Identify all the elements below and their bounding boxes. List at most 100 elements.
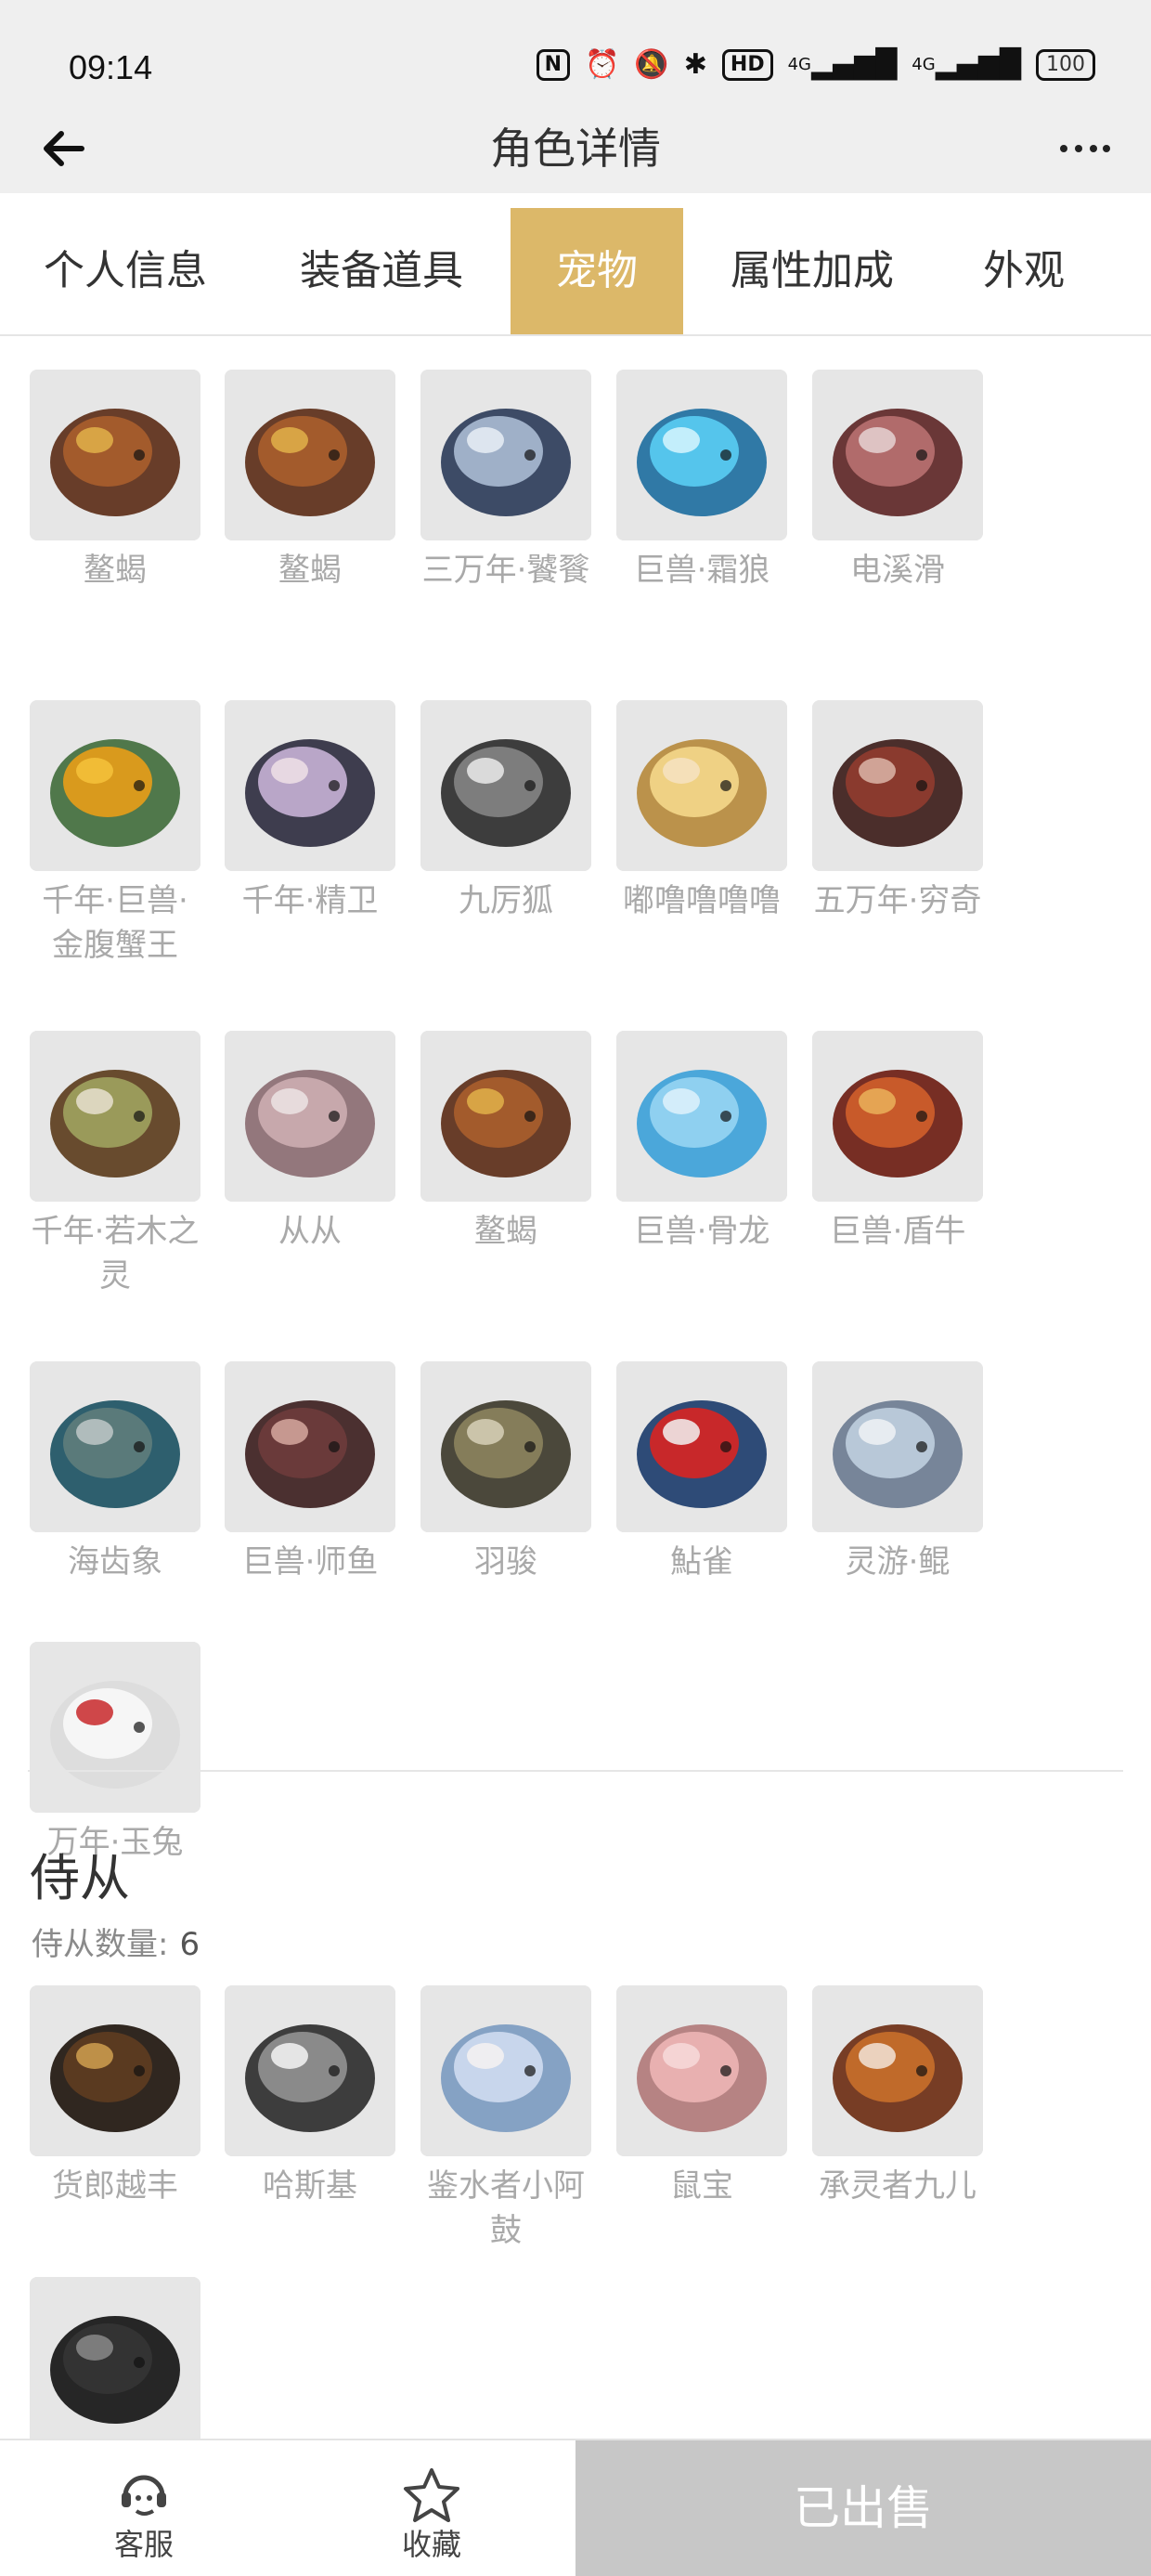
mute-icon: 🔕 xyxy=(634,48,669,81)
scorpion-pet-image xyxy=(30,370,200,540)
attendant-item[interactable] xyxy=(30,2277,202,2448)
pet-name: 巨兽·霜狼 xyxy=(633,552,770,589)
jingwei-pet-image xyxy=(225,700,395,871)
frost-wolf-pet-image xyxy=(616,370,787,540)
favorite-button[interactable]: 收藏 xyxy=(288,2440,576,2576)
customer-service-icon xyxy=(122,2475,166,2516)
page-title: 角色详情 xyxy=(490,124,661,174)
attendant-item[interactable]: 鼠宝 xyxy=(616,1985,789,2208)
pet-name: 五万年·穷奇 xyxy=(813,882,982,919)
signal-4g-icon-2: 4G▂▄▆█ xyxy=(912,48,1021,81)
attendant-name: 货郎越丰 xyxy=(52,2167,178,2205)
pet-item[interactable]: 千年·若木之灵 xyxy=(30,1031,202,1298)
title-bar: 角色详情 xyxy=(0,102,1151,193)
tree-spirit-pet-image xyxy=(30,1031,200,1202)
pet-name: 从从 xyxy=(278,1213,342,1250)
pet-item[interactable]: 巨兽·霜狼 xyxy=(616,370,789,592)
pet-name: 鮎雀 xyxy=(670,1543,733,1581)
customer-service-button[interactable]: 客服 xyxy=(0,2440,288,2576)
customer-service-label: 客服 xyxy=(113,2527,174,2562)
pet-item[interactable]: 巨兽·盾牛 xyxy=(812,1031,985,1254)
attendant-item[interactable]: 鉴水者小阿鼓 xyxy=(420,1985,593,2253)
attendant-name: 鼠宝 xyxy=(670,2167,733,2205)
pet-item[interactable]: 从从 xyxy=(225,1031,397,1254)
pet-item[interactable]: 鳌蝎 xyxy=(30,370,202,592)
attendant-name: 哈斯基 xyxy=(263,2167,357,2205)
pet-item[interactable]: 嘟噜噜噜噜 xyxy=(616,700,789,923)
pet-item[interactable]: 巨兽·师鱼 xyxy=(225,1361,397,1584)
feather-steed-pet-image xyxy=(420,1361,591,1532)
attendant-name: 鉴水者小阿鼓 xyxy=(427,2167,585,2249)
section-divider xyxy=(28,1770,1123,1772)
bluetooth-icon: ✱ xyxy=(683,48,707,81)
attendants-count: 侍从数量: 6 xyxy=(32,1926,200,1963)
sold-status-button[interactable]: 已出售 xyxy=(576,2440,1151,2576)
bone-dragon-pet-image xyxy=(616,1031,787,1202)
electric-eel-pet-image xyxy=(812,370,983,540)
pet-name: 千年·若木之灵 xyxy=(31,1213,200,1295)
pet-name: 嘟噜噜噜噜 xyxy=(623,882,781,919)
more-icon[interactable] xyxy=(1051,124,1116,171)
fairy-girl-pet-image xyxy=(616,700,787,871)
nine-fox-pet-image xyxy=(420,700,591,871)
walrus-pet-image xyxy=(30,1361,200,1532)
pet-name: 鳌蝎 xyxy=(474,1213,537,1250)
pet-item[interactable]: 鳌蝎 xyxy=(225,370,397,592)
pet-name: 巨兽·师鱼 xyxy=(241,1543,379,1581)
status-time: 09:14 xyxy=(69,48,153,86)
pet-item[interactable]: 海齿象 xyxy=(30,1361,202,1584)
pet-item[interactable]: 千年·精卫 xyxy=(225,700,397,923)
chibi-girl-attendant-image xyxy=(420,1985,591,2156)
pet-name: 鳌蝎 xyxy=(278,552,342,589)
pet-item[interactable]: 五万年·穷奇 xyxy=(812,700,985,923)
pet-item[interactable]: 鮎雀 xyxy=(616,1361,789,1584)
alarm-icon: ⏰ xyxy=(585,48,620,81)
tab-equipment[interactable]: 装备道具 xyxy=(284,208,479,334)
pet-name: 鳌蝎 xyxy=(84,552,147,589)
pet-name: 电溪滑 xyxy=(850,552,945,589)
pet-item[interactable]: 灵游·鲲 xyxy=(812,1361,985,1584)
golden-crab-pet-image xyxy=(30,700,200,871)
tab-appearance[interactable]: 外观 xyxy=(965,208,1082,334)
tab-attributes[interactable]: 属性加成 xyxy=(715,208,910,334)
favorite-label: 收藏 xyxy=(401,2527,461,2562)
attendant-item[interactable]: 承灵者九儿 xyxy=(812,1985,985,2208)
kun-fish-pet-image xyxy=(812,1361,983,1532)
pet-name: 千年·巨兽·金腹蟹王 xyxy=(42,882,188,964)
red-panda-attendant-image xyxy=(812,1985,983,2156)
pet-item[interactable]: 羽骏 xyxy=(420,1361,593,1584)
pet-name: 羽骏 xyxy=(474,1543,537,1581)
pet-name: 三万年·饕餮 xyxy=(421,552,590,589)
pet-item[interactable]: 千年·巨兽·金腹蟹王 xyxy=(30,700,202,968)
pet-name: 巨兽·盾牛 xyxy=(829,1213,966,1250)
congcong-pet-image xyxy=(225,1031,395,1202)
pet-item[interactable]: 鳌蝎 xyxy=(420,1031,593,1254)
taotie-pet-image xyxy=(420,370,591,540)
rat-attendant-image xyxy=(616,1985,787,2156)
pet-item[interactable]: 电溪滑 xyxy=(812,370,985,592)
tab-pets[interactable]: 宠物 xyxy=(511,208,683,334)
attendants-title: 侍从 xyxy=(30,1849,130,1907)
star-icon xyxy=(404,2468,459,2522)
pet-name: 九厉狐 xyxy=(459,882,553,919)
eagle-attendant-image xyxy=(30,1985,200,2156)
husky-attendant-image xyxy=(225,1985,395,2156)
hd-icon: HD xyxy=(721,49,773,81)
signal-4g-icon: 4G▂▄▆█ xyxy=(787,48,898,81)
qiongqi-pet-image xyxy=(812,700,983,871)
lion-fish-pet-image xyxy=(225,1361,395,1532)
pet-item[interactable]: 万年·玉兔 xyxy=(30,1642,202,1865)
battery-icon: 100 xyxy=(1036,49,1095,81)
tab-bar: 个人信息 装备道具 宠物 属性加成 外观 xyxy=(0,193,1151,336)
attendant-item[interactable]: 哈斯基 xyxy=(225,1985,397,2208)
attendant-item[interactable]: 货郎越丰 xyxy=(30,1985,202,2208)
pet-item[interactable]: 九厉狐 xyxy=(420,700,593,923)
pet-name: 巨兽·骨龙 xyxy=(633,1213,770,1250)
bottom-bar: 客服 收藏 已出售 xyxy=(0,2439,1151,2576)
shadow-wolf-attendant-image xyxy=(30,2277,200,2448)
attendant-name: 承灵者九儿 xyxy=(819,2167,976,2205)
pet-item[interactable]: 三万年·饕餮 xyxy=(420,370,593,592)
shield-bull-pet-image xyxy=(812,1031,983,1202)
tab-personal-info[interactable]: 个人信息 xyxy=(28,208,223,334)
pet-item[interactable]: 巨兽·骨龙 xyxy=(616,1031,789,1254)
